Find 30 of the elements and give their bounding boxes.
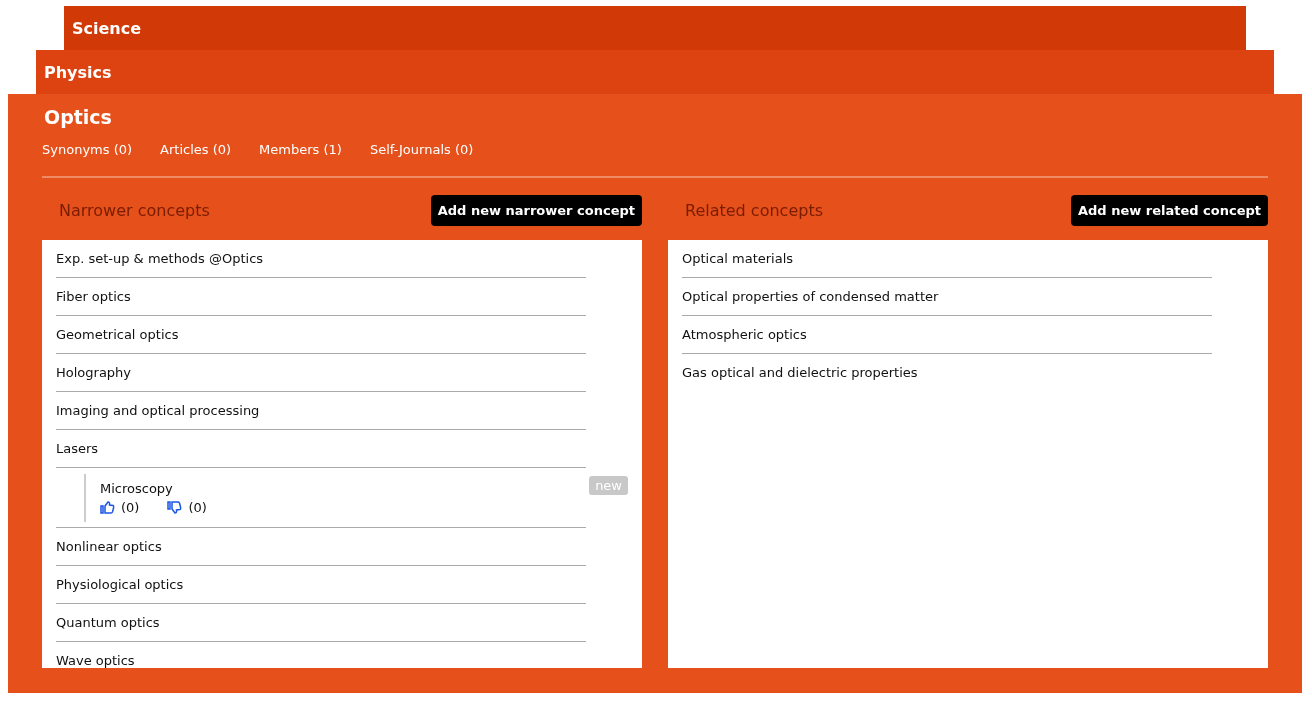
concept-link[interactable]: Optical materials [682,251,794,266]
section-heading: Related concepts [685,200,823,220]
concept-link[interactable]: Optical properties of condensed matter [682,289,939,304]
like-count: (0) [121,499,140,515]
concept-link[interactable]: Physiological optics [56,577,184,592]
stat-link[interactable]: Articles (0) [160,142,232,157]
stat-link[interactable]: Self-Journals (0) [369,142,474,157]
breadcrumb-bar[interactable]: Science [64,6,1246,50]
add-concept-button[interactable]: Add new narrower concept [430,194,642,226]
concept-link[interactable]: Gas optical and dielectric properties [682,365,918,380]
concept-link[interactable]: Holography [56,365,132,380]
stat-link[interactable]: Synonyms (0) [42,142,133,157]
concept-link[interactable]: Fiber optics [56,289,131,304]
section-heading: Narrower concepts [59,200,210,220]
add-concept-button[interactable]: Add new related concept [1070,194,1268,226]
dislike-count: (0) [188,499,207,515]
concept-link[interactable]: Microscopy [100,480,207,496]
concept-link[interactable]: Quantum optics [56,615,160,630]
concept-link[interactable]: Geometrical optics [56,327,179,342]
concept-link[interactable]: Nonlinear optics [56,539,162,554]
concept-link[interactable]: Lasers [56,441,99,456]
stat-link[interactable]: Members (1) [259,142,342,157]
concept-link[interactable]: Atmospheric optics [682,327,807,342]
concept-link[interactable]: Exp. set-up & methods @Optics [56,251,264,266]
concept-link[interactable]: Wave optics [56,653,135,668]
thumbs-up-icon[interactable] [100,500,115,514]
thumbs-down-icon[interactable] [167,500,183,514]
concept-link[interactable]: Imaging and optical processing [56,403,260,418]
concept-title: Optics [44,106,113,128]
breadcrumb-bar[interactable]: Physics [36,50,1274,94]
